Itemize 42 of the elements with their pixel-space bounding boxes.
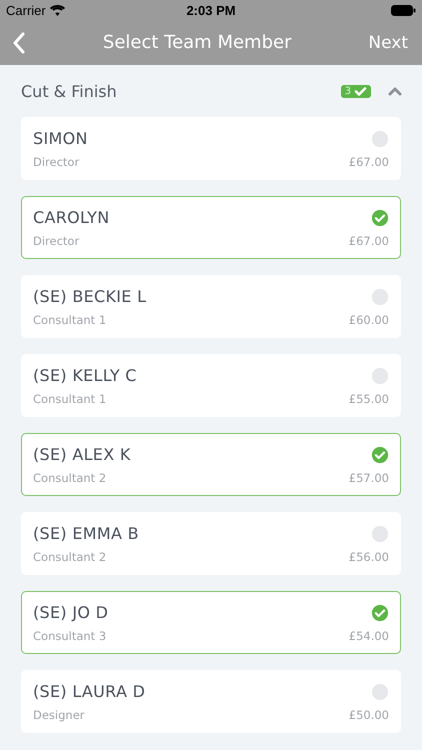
- team-member-card[interactable]: SIMON Director £67.00: [21, 117, 401, 180]
- member-role: Consultant 1: [33, 392, 106, 406]
- member-price: £57.00: [348, 471, 389, 485]
- battery-icon: [391, 4, 416, 16]
- member-name: (SE) LAURA D: [33, 682, 146, 701]
- member-role: Director: [33, 155, 80, 169]
- team-member-card[interactable]: (SE) LAURA D Designer £50.00: [21, 670, 401, 733]
- team-member-card[interactable]: (SE) ALEX K Consultant 2 £57.00: [21, 433, 401, 496]
- team-member-card[interactable]: (SE) EMMA B Consultant 2 £56.00: [21, 512, 401, 575]
- member-role: Designer: [33, 708, 85, 722]
- section-title: Cut & Finish: [21, 82, 118, 100]
- back-icon: [12, 32, 26, 54]
- member-name: (SE) JO D: [33, 603, 108, 622]
- back-button[interactable]: [12, 32, 26, 54]
- member-price: £67.00: [348, 155, 389, 169]
- member-role: Director: [33, 234, 80, 248]
- wifi-icon: [50, 4, 65, 16]
- member-price: £55.00: [348, 392, 389, 406]
- team-member-card[interactable]: CAROLYN Director £67.00: [21, 196, 401, 259]
- member-name: (SE) KELLY C: [33, 366, 137, 385]
- member-role: Consultant 2: [33, 471, 106, 485]
- member-role: Consultant 2: [33, 550, 106, 564]
- member-role: Consultant 1: [33, 313, 106, 327]
- chevron-icon[interactable]: [388, 86, 402, 96]
- member-price: £56.00: [348, 550, 389, 564]
- member-name: SIMON: [33, 129, 88, 148]
- screen-title: Select Team Member: [102, 32, 292, 53]
- member-price: £50.00: [348, 708, 389, 722]
- team-member-card[interactable]: (SE) BECKIE L Consultant 1 £60.00: [21, 275, 401, 338]
- carrier-label: Carrier: [6, 2, 46, 18]
- member-name: (SE) BECKIE L: [33, 287, 146, 306]
- member-price: £54.00: [348, 629, 389, 643]
- team-member-card[interactable]: (SE) KELLY C Consultant 1 £55.00: [21, 354, 401, 417]
- member-name: (SE) EMMA B: [33, 524, 139, 543]
- member-price: £60.00: [348, 313, 389, 327]
- member-name: (SE) ALEX K: [33, 445, 131, 464]
- member-price: £67.00: [348, 234, 389, 248]
- clock-time: 2:03 PM: [185, 2, 237, 18]
- team-member-card[interactable]: (SE) JO D Consultant 3 £54.00: [21, 591, 401, 654]
- selected-count-badge: 3: [340, 84, 371, 98]
- member-name: CAROLYN: [33, 208, 110, 227]
- member-role: Consultant 3: [33, 629, 106, 643]
